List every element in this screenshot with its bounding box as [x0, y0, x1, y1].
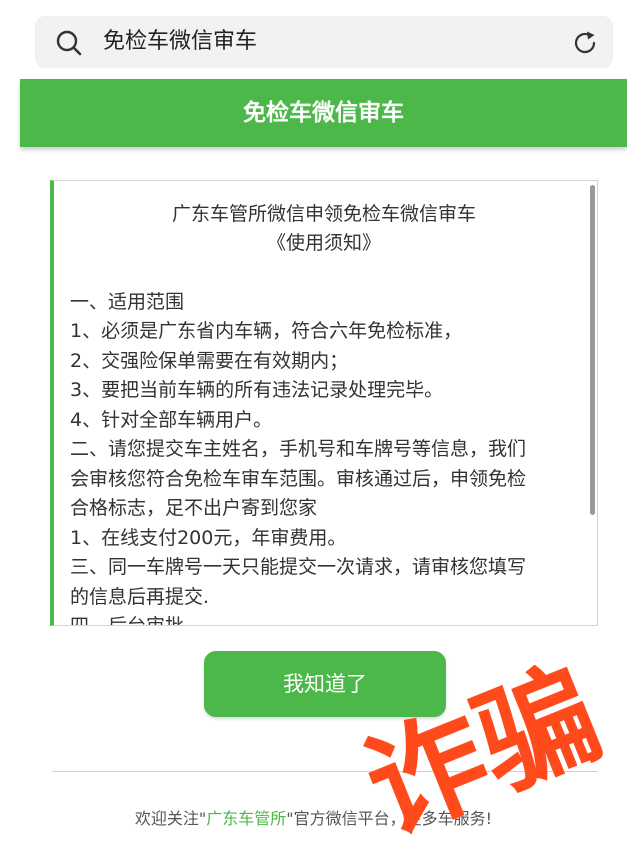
notice-line: 1、在线支付200元，年审费用。 [70, 527, 347, 549]
notice-line: 的信息后再提交. [70, 586, 210, 608]
search-bar[interactable]: 免检车微信审车 [35, 16, 613, 68]
usage-notice-panel[interactable]: 广东车管所微信申领免检车微信审车 《使用须知》 一、适用范围 1、必须是广东省内… [50, 180, 598, 626]
footer-text: 欢迎关注"广东车管所"官方微信平台，更多车服务! [0, 805, 627, 829]
notice-line: 会审核您符合免检车审车范围。审核通过后，申领免检 [70, 468, 527, 490]
notice-title: 广东车管所微信申领免检车微信审车 [171, 203, 476, 225]
page-title: 免检车微信审车 [20, 79, 627, 147]
notice-subtitle: 《使用须知》 [266, 232, 381, 254]
notice-line: 一、适用范围 [70, 291, 185, 313]
search-input[interactable]: 免检车微信审车 [103, 16, 257, 68]
notice-line: 1、必须是广东省内车辆，符合六年免检标准， [70, 320, 463, 342]
footer-suffix: "官方微信平台，更多车服务! [286, 809, 493, 828]
acknowledge-button[interactable]: 我知道了 [204, 651, 446, 717]
footer-brand-link[interactable]: 广东车管所 [206, 809, 286, 828]
notice-line: 四、后台审批 [70, 615, 185, 626]
footer-prefix: 欢迎关注" [134, 809, 207, 828]
search-icon[interactable] [55, 29, 83, 57]
notice-line: 2、交强险保单需要在有效期内； [70, 350, 349, 372]
notice-line: 二、请您提交车主姓名，手机号和车牌号等信息，我们 [70, 438, 527, 460]
notice-line: 合格标志，足不出户寄到您家 [70, 497, 318, 519]
refresh-icon[interactable] [571, 29, 599, 57]
divider [52, 771, 598, 772]
notice-line: 3、要把当前车辆的所有违法记录处理完毕。 [70, 379, 444, 401]
notice-line: 4、针对全部车辆用户。 [70, 409, 273, 431]
notice-line: 三、同一车牌号一天只能提交一次请求，请审核您填写 [70, 556, 527, 578]
